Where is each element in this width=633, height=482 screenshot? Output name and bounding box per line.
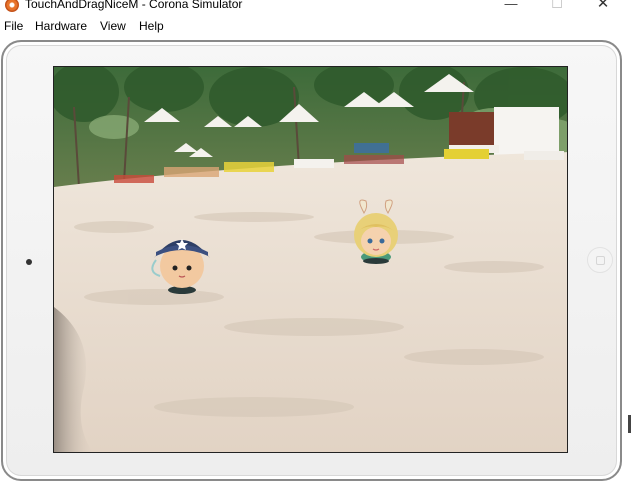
beach-scene (54, 67, 567, 452)
menu-help[interactable]: Help (139, 19, 164, 33)
menu-bar: File Hardware View Help (0, 17, 633, 37)
home-button[interactable] (587, 247, 613, 273)
minimize-button[interactable]: — (488, 0, 534, 14)
window-title: TouchAndDragNiceM - Corona Simulator (25, 0, 243, 11)
title-bar: TouchAndDragNiceM - Corona Simulator — ☐… (0, 0, 633, 15)
close-button[interactable]: ✕ (580, 0, 626, 14)
home-square-icon (596, 256, 605, 265)
simulator-screen[interactable] (53, 66, 568, 453)
menu-view[interactable]: View (100, 19, 126, 33)
camera-icon (26, 259, 32, 265)
menu-hardware[interactable]: Hardware (35, 19, 87, 33)
menu-file[interactable]: File (4, 19, 23, 33)
corona-app-icon (5, 0, 19, 12)
maximize-button[interactable]: ☐ (534, 0, 580, 14)
resize-grip[interactable] (628, 415, 631, 433)
